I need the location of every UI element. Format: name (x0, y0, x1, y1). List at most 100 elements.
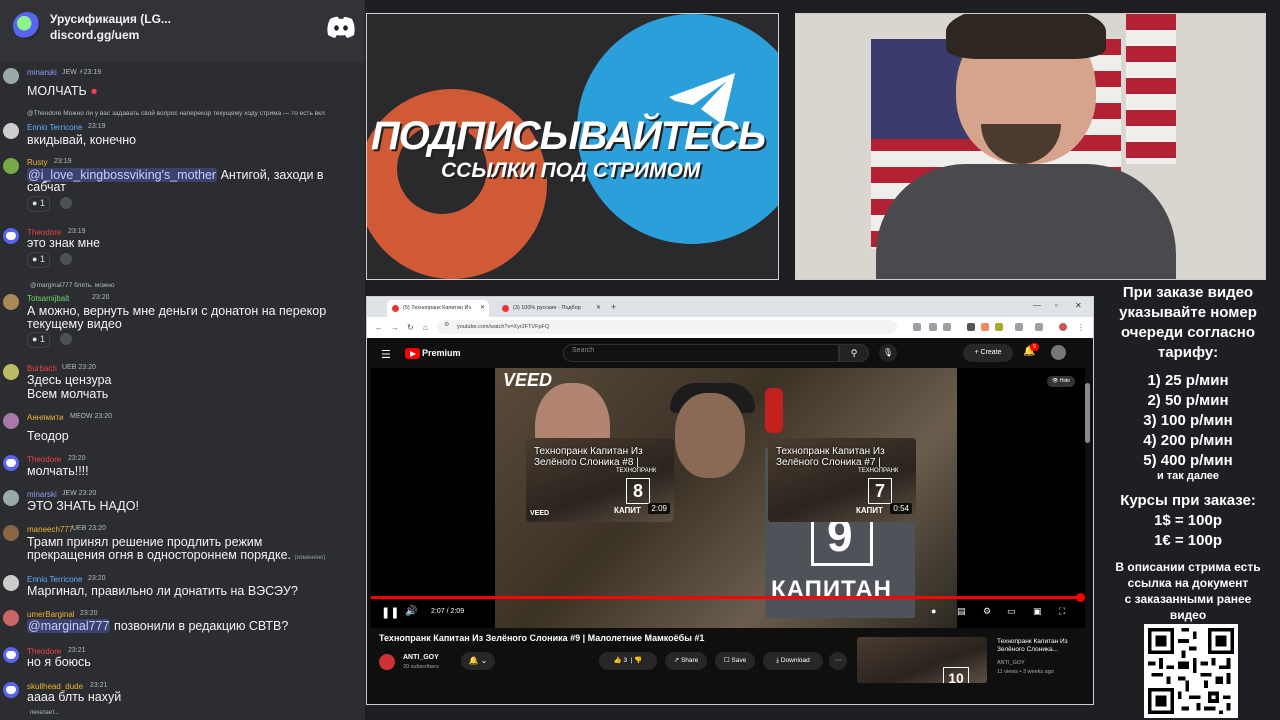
username[interactable]: Аннямити (27, 413, 64, 422)
add-reaction-icon[interactable] (60, 333, 72, 345)
create-button[interactable]: + Create (963, 344, 1013, 362)
channel-avatar[interactable] (379, 654, 395, 670)
youtube-favicon-icon (502, 305, 509, 312)
server-invite[interactable]: discord.gg/uem (50, 28, 139, 42)
bookmark-icon[interactable] (943, 323, 951, 331)
maximize-button[interactable]: ▫ (1055, 301, 1058, 310)
avatar[interactable] (3, 68, 19, 84)
message-badges: 23:20 (92, 294, 110, 301)
profile-avatar[interactable] (1059, 323, 1067, 331)
youtube-brand[interactable]: Premium (422, 348, 461, 358)
username[interactable]: Rusty (27, 158, 47, 167)
channel-name[interactable]: ANTI_GOY (403, 654, 439, 661)
username[interactable]: Totsamijbalt (27, 294, 69, 303)
avatar[interactable] (3, 647, 19, 663)
site-info-icon[interactable]: ⚙ (444, 321, 449, 328)
username[interactable]: Burbach (27, 364, 57, 373)
more-actions-button[interactable]: ⋯ (829, 652, 847, 670)
avatar[interactable] (3, 413, 19, 429)
browser-tab[interactable]: (5) Технопранк Капитан Из ✕ (387, 300, 489, 317)
new-tab-button[interactable]: + (611, 302, 616, 312)
extension-icon[interactable] (995, 323, 1003, 331)
username[interactable]: Theodore (27, 455, 61, 464)
end-screen-card[interactable]: Технопранк Капитан Из Зелёного Слоника #… (768, 438, 916, 522)
back-icon[interactable]: ← (375, 323, 383, 332)
reload-icon[interactable]: ↻ (407, 323, 414, 332)
extension-icon[interactable] (981, 323, 989, 331)
save-button[interactable]: ☐ Save (715, 652, 755, 670)
zoom-icon[interactable] (913, 323, 921, 331)
page-scrollbar[interactable] (1085, 383, 1090, 443)
microphone-icon[interactable]: 🎙 (879, 344, 897, 362)
price-tier: 1) 25 р/мин (1147, 372, 1229, 389)
reply-preview[interactable]: @Theodore Можно ли у вас задавать свой в… (27, 110, 325, 117)
suggested-video-channel[interactable]: ANTI_GOY (997, 660, 1025, 666)
suggested-video-thumbnail[interactable]: 10 (857, 637, 987, 683)
cast-icon[interactable]: ▣ (1033, 606, 1042, 617)
reaction[interactable]: ● 1 (27, 332, 50, 348)
youtube-logo-icon[interactable] (405, 348, 420, 359)
extension-icon[interactable] (967, 323, 975, 331)
suggested-video-title[interactable]: Технопранк Капитан Из Зелёного Слоника..… (997, 638, 1087, 654)
user-mention[interactable]: @marginal777 (27, 619, 111, 633)
avatar[interactable] (3, 455, 19, 471)
avatar[interactable] (3, 610, 19, 626)
like-dislike-button[interactable]: 👍 3 | 👎 (599, 652, 657, 670)
settings-gear-icon[interactable]: ⚙ (983, 606, 991, 617)
hamburger-menu-icon[interactable]: ☰ (381, 348, 391, 361)
subscribed-bell-button[interactable]: 🔔 ⌄ (461, 652, 495, 670)
close-window-button[interactable]: ✕ (1075, 301, 1082, 310)
close-tab-icon[interactable]: ✕ (480, 300, 485, 317)
sidebar-icon[interactable] (1035, 323, 1043, 331)
hide-endscreen-button[interactable]: 👁 Hide (1047, 376, 1075, 387)
message-badges: 23:20 (80, 610, 98, 617)
browser-tab[interactable]: (3) 100% русские · Подбор ✕ (497, 300, 605, 317)
video-title: Технопранк Капитан Из Зелёного Слоника #… (379, 633, 705, 643)
forward-icon[interactable]: → (391, 323, 399, 332)
end-card-number: 8 (626, 478, 650, 504)
fullscreen-icon[interactable]: ⛶ (1059, 606, 1065, 617)
server-header[interactable]: Урусификация (LG... discord.gg/uem (0, 0, 365, 62)
end-screen-card[interactable]: Технопранк Капитан Из Зелёного Слоника #… (526, 438, 674, 522)
progress-scrubber[interactable] (1076, 593, 1085, 602)
avatar[interactable] (3, 364, 19, 380)
download-button[interactable]: ⤓ Download (763, 652, 823, 670)
cast-icon[interactable] (929, 323, 937, 331)
avatar[interactable] (3, 158, 19, 174)
username[interactable]: minarski (27, 490, 57, 499)
autoplay-toggle-icon[interactable]: ● (931, 606, 936, 616)
close-tab-icon[interactable]: ✕ (596, 300, 601, 317)
username[interactable]: umerBarginal (27, 610, 75, 619)
avatar[interactable] (3, 490, 19, 506)
minimize-button[interactable]: — (1033, 301, 1041, 310)
home-icon[interactable]: ⌂ (423, 323, 428, 332)
share-button[interactable]: ↗ Share (665, 652, 707, 670)
url-text[interactable]: youtube.com/watch?v=Xyr2FTVFpFQ (457, 321, 549, 333)
avatar[interactable] (3, 123, 19, 139)
miniplayer-icon[interactable]: ▭ (1007, 606, 1016, 617)
add-reaction-icon[interactable] (60, 197, 72, 209)
avatar[interactable] (3, 682, 19, 698)
avatar[interactable] (3, 525, 19, 541)
volume-icon[interactable]: 🔊 (405, 606, 417, 617)
address-bar[interactable]: ⚙ youtube.com/watch?v=Xyr2FTVFpFQ (437, 320, 897, 334)
browser-menu-icon[interactable]: ⋮ (1077, 323, 1085, 332)
search-input[interactable]: Search (563, 344, 839, 362)
username[interactable]: minarski (27, 68, 57, 77)
account-avatar[interactable] (1051, 345, 1066, 360)
search-button[interactable]: ⚲ (839, 344, 869, 362)
reaction[interactable]: ● 1 (27, 252, 50, 268)
username[interactable]: Ennio Terricone (27, 575, 82, 584)
subtitles-icon[interactable]: ▤ (957, 606, 966, 617)
add-reaction-icon[interactable] (60, 253, 72, 265)
username[interactable]: maneech777 (27, 525, 73, 534)
reaction[interactable]: ● 1 (27, 196, 50, 212)
video-player[interactable]: VEED 👁 Hide 9 КАПИТАН Технопранк Капитан… (371, 368, 1085, 628)
reply-preview[interactable]: @marginal777 блять. можно (30, 282, 114, 289)
avatar[interactable] (3, 294, 19, 310)
pause-button[interactable]: ❚❚ (381, 606, 399, 619)
avatar[interactable] (3, 228, 19, 244)
avatar[interactable] (3, 575, 19, 591)
username[interactable]: Ennio Terricone (27, 123, 82, 132)
extensions-puzzle-icon[interactable] (1015, 323, 1023, 331)
